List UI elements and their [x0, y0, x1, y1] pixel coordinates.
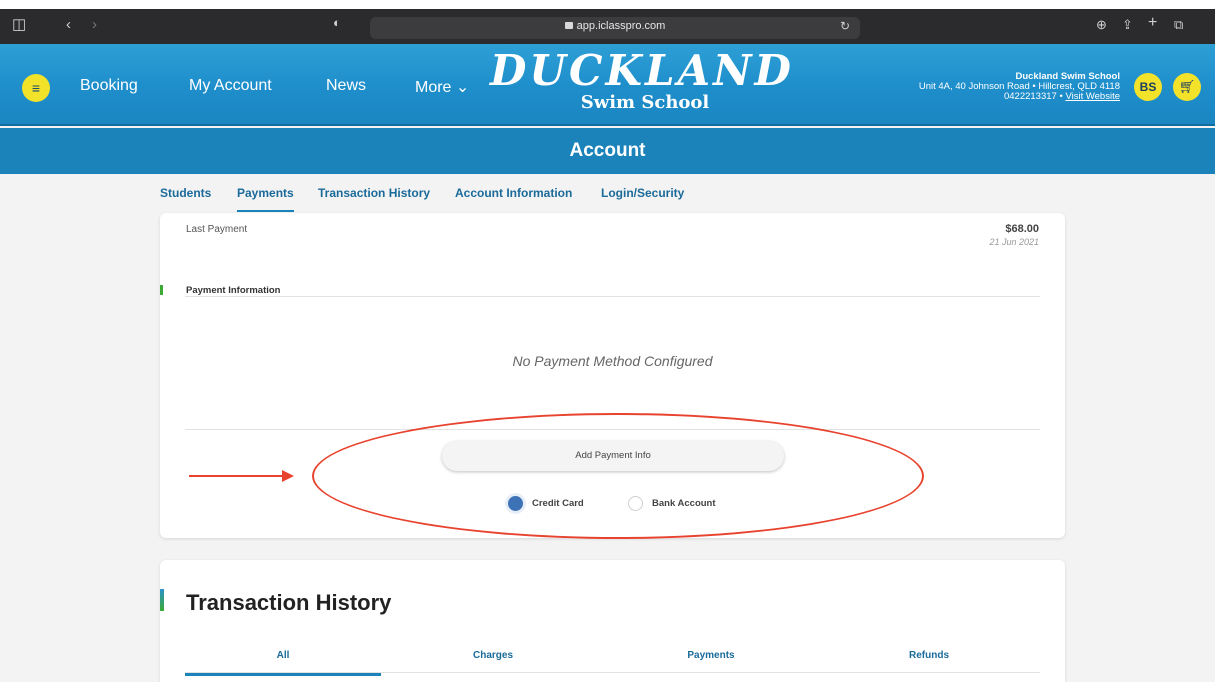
nav-my-account[interactable]: My Account: [189, 77, 272, 95]
nav-news[interactable]: News: [326, 77, 366, 95]
site-header: ≡ Booking My Account News More ⌄ DUCKLAN…: [0, 44, 1215, 126]
browser-top-edge: [0, 0, 1215, 9]
page-title: Account: [569, 140, 646, 161]
last-payment-date: 21 Jun 2021: [989, 237, 1039, 247]
divider: [185, 296, 1040, 297]
highlight-oval: [312, 413, 924, 539]
last-payment-amount: $68.00: [1005, 223, 1039, 235]
reload-icon[interactable]: ↻: [840, 19, 850, 33]
payment-information-label: Payment Information: [186, 285, 281, 296]
transaction-history-card: Transaction History All Charges Payments…: [160, 560, 1065, 682]
site-logo[interactable]: DUCKLAND Swim School: [490, 46, 794, 125]
forward-icon[interactable]: ›: [92, 16, 97, 34]
tab-overview-icon[interactable]: ⧉: [1174, 16, 1183, 34]
new-tab-icon[interactable]: +: [1148, 14, 1157, 32]
address-bar[interactable]: app.iclasspro.com ↻: [370, 17, 860, 39]
nav-booking[interactable]: Booking: [80, 77, 138, 95]
privacy-shield-icon[interactable]: ◐: [333, 15, 341, 30]
hamburger-icon[interactable]: ≡: [22, 74, 50, 102]
nav-more[interactable]: More ⌄: [415, 77, 469, 97]
divider: [185, 672, 1040, 673]
tab-login-security[interactable]: Login/Security: [601, 186, 684, 200]
url-text: app.iclasspro.com: [576, 20, 666, 32]
share-icon[interactable]: ⇪: [1122, 16, 1133, 34]
school-phone: 0422213317 •: [1003, 91, 1066, 102]
no-payment-method-text: No Payment Method Configured: [512, 353, 713, 369]
download-icon[interactable]: ⊕: [1096, 16, 1107, 34]
lock-icon: [564, 22, 573, 29]
logo-sub-text: Swim School: [580, 92, 710, 113]
tab-students[interactable]: Students: [160, 186, 211, 200]
school-info: Duckland Swim School Unit 4A, 40 Johnson…: [919, 72, 1120, 102]
arrow-head-icon: [282, 470, 294, 482]
account-banner: Account: [0, 128, 1215, 174]
last-payment-label: Last Payment: [186, 224, 248, 235]
transaction-history-title: Transaction History: [186, 590, 392, 615]
logo-main-text: DUCKLAND: [490, 46, 794, 95]
th-tab-charges[interactable]: Charges: [395, 650, 591, 661]
back-icon[interactable]: ‹: [66, 16, 71, 34]
sidebar-toggle-icon[interactable]: ◫: [12, 16, 26, 34]
tab-payments[interactable]: Payments: [237, 186, 294, 212]
th-tab-payments[interactable]: Payments: [613, 650, 809, 661]
avatar[interactable]: BS: [1134, 73, 1162, 101]
section-accent: [160, 589, 164, 611]
cart-icon[interactable]: 🛒︎: [1173, 73, 1201, 101]
visit-website-link[interactable]: Visit Website: [1065, 91, 1120, 102]
tab-account-information[interactable]: Account Information: [455, 186, 572, 200]
browser-toolbar: ◫ ‹ › ◐ app.iclasspro.com ↻ ⊕ ⇪ + ⧉: [0, 0, 1215, 44]
tab-transaction-history[interactable]: Transaction History: [318, 186, 430, 200]
highlight-arrow: [189, 475, 284, 477]
th-tab-refunds[interactable]: Refunds: [831, 650, 1027, 661]
section-accent: [160, 285, 163, 295]
